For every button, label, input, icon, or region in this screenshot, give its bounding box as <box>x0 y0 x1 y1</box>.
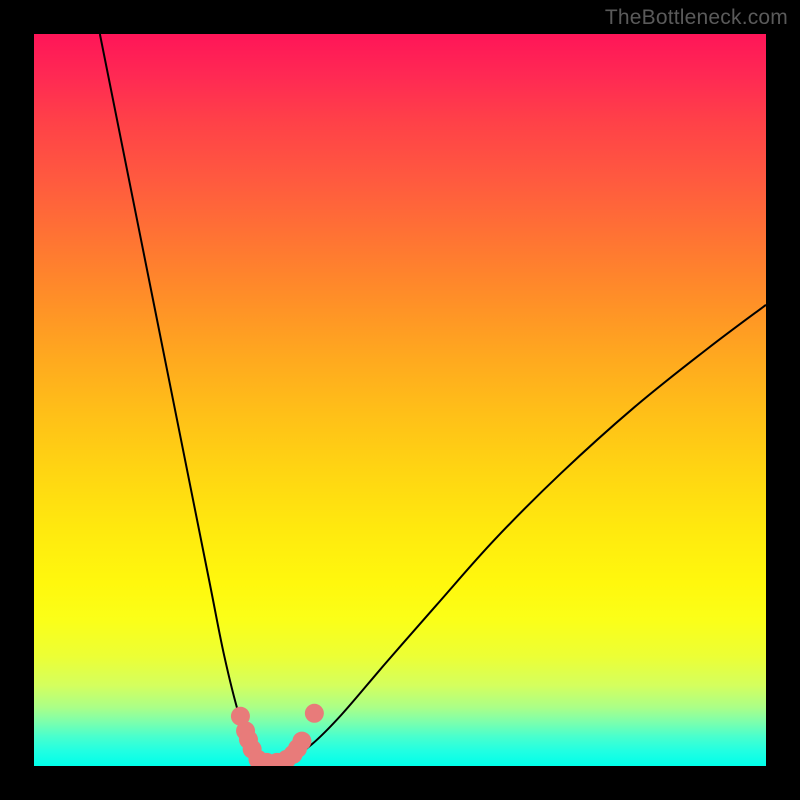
bottleneck-curve <box>100 34 766 763</box>
marker-dot <box>292 732 311 751</box>
highlight-markers <box>231 704 324 766</box>
watermark-text: TheBottleneck.com <box>605 6 788 30</box>
plot-area <box>34 34 766 766</box>
marker-dot <box>305 704 324 723</box>
chart-svg <box>34 34 766 766</box>
